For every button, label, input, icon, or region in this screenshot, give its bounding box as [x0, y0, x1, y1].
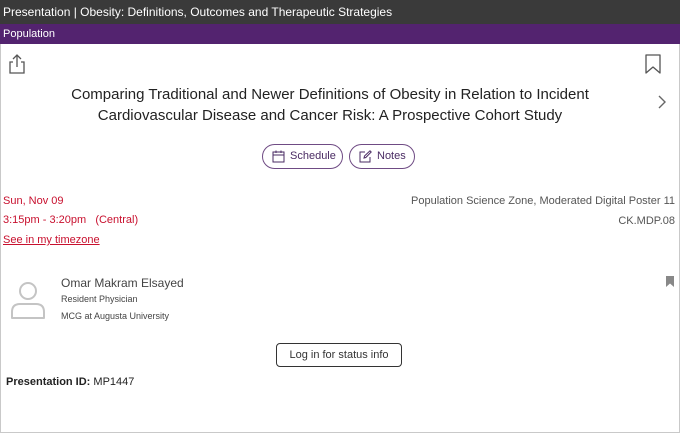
edit-note-icon [359, 150, 372, 163]
session-time: 3:15pm - 3:20pm (Central) [3, 214, 139, 226]
login-status-button[interactable]: Log in for status info [276, 343, 402, 367]
bookmark-icon[interactable] [644, 53, 662, 75]
share-icon[interactable] [7, 53, 27, 75]
session-date: Sun, Nov 09 [3, 195, 64, 207]
presentation-title: Comparing Traditional and Newer Definiti… [71, 86, 589, 124]
session-location: Population Science Zone, Moderated Digit… [411, 195, 675, 207]
timezone-link[interactable]: See in my timezone [3, 234, 100, 246]
presentation-id-value: MP1447 [93, 376, 135, 388]
speaker-role: Resident Physician [61, 294, 138, 304]
speaker-name[interactable]: Omar Makram Elsayed [61, 276, 184, 290]
bookmark-filled-icon[interactable] [665, 275, 675, 288]
chevron-right-icon[interactable] [655, 92, 669, 112]
presentation-id-label: Presentation ID: [6, 376, 91, 388]
person-icon [9, 278, 47, 320]
schedule-button[interactable]: Schedule [262, 144, 343, 169]
notes-label: Notes [377, 150, 406, 162]
schedule-label: Schedule [290, 150, 336, 162]
presentation-id: Presentation ID: MP1447 [6, 376, 134, 388]
calendar-icon [272, 150, 285, 163]
category-bar: Population [0, 24, 680, 44]
speaker-organization: MCG at Augusta University [61, 311, 170, 321]
session-code: CK.MDP.08 [618, 215, 675, 227]
notes-button[interactable]: Notes [349, 144, 415, 169]
session-title-bar: Presentation | Obesity: Definitions, Out… [0, 0, 680, 24]
